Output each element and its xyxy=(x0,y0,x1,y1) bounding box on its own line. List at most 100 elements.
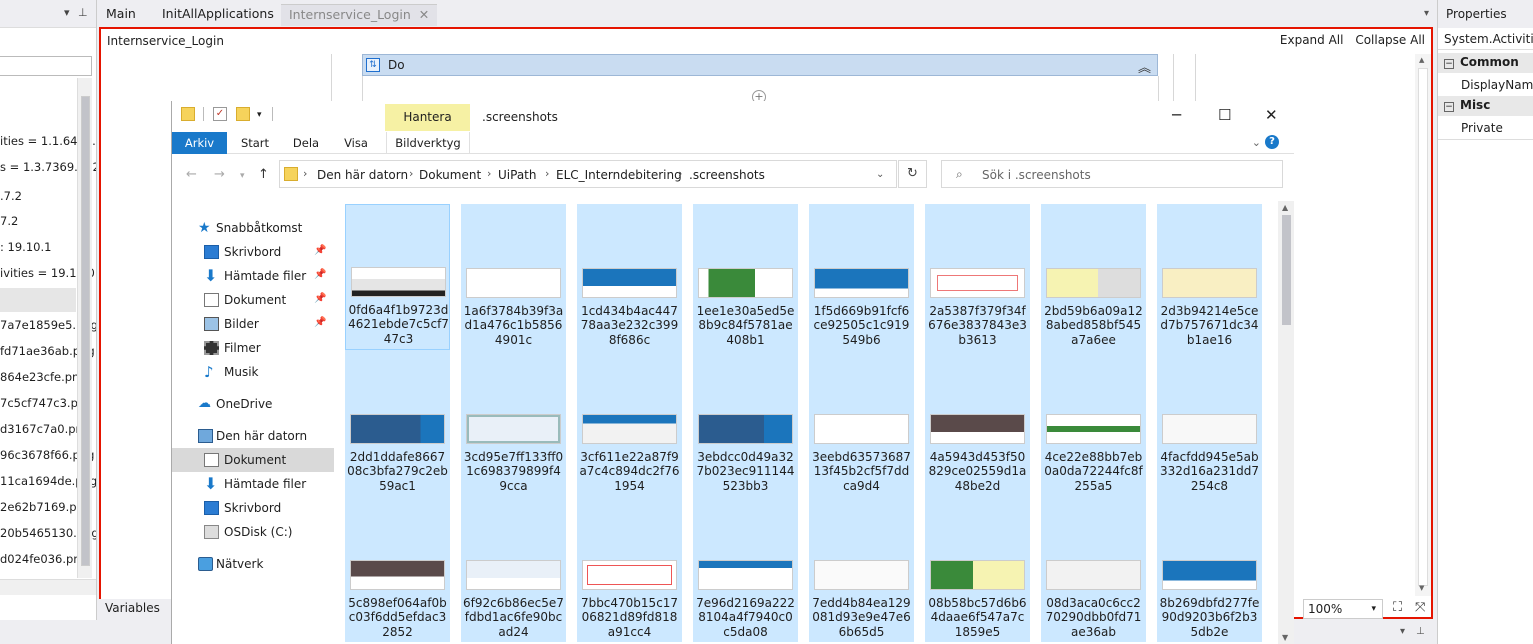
designer-scrollbar[interactable]: ▲ ▼ xyxy=(1415,54,1431,596)
minimize-icon[interactable]: ─ xyxy=(1172,106,1181,124)
category-misc[interactable]: − Misc xyxy=(1438,96,1533,116)
file-item[interactable]: 6f92c6b86ec5e7fdbd1ac6fe90bcad24 xyxy=(461,496,566,642)
breadcrumb-screenshots[interactable]: .screenshots xyxy=(689,168,765,182)
do-sequence-header[interactable]: ⇅ Do ︽ xyxy=(362,54,1158,76)
file-item[interactable]: 3eebd6357368713f45b2cf5f7ddca9d4 xyxy=(809,350,914,496)
project-tree-item[interactable]: 7.2 xyxy=(0,214,18,228)
address-bar[interactable]: › Den här datorn › Dokument › UiPath › E… xyxy=(279,160,897,188)
breadcrumb-uipath[interactable]: UiPath xyxy=(498,168,536,182)
close-tab-icon[interactable]: ✕ xyxy=(419,7,429,22)
tab-internservice-login[interactable]: Internservice_Login ✕ xyxy=(281,4,438,26)
file-item[interactable]: 3cf611e22a87f9a7c4c894dc2f761954 xyxy=(577,350,682,496)
collapse-icon[interactable]: − xyxy=(1444,102,1454,112)
nav-item[interactable]: Bilder 📌 xyxy=(172,312,334,336)
scrollbar-thumb[interactable] xyxy=(1418,68,1428,586)
project-scrollbar[interactable] xyxy=(77,78,92,578)
file-item[interactable]: 2bd59b6a09a128abed858bf545a7a6ee xyxy=(1041,204,1146,350)
project-tree-item[interactable]: .7.2 xyxy=(0,189,22,203)
scrollbar-thumb[interactable] xyxy=(81,96,90,566)
refresh-icon[interactable]: ↻ xyxy=(898,160,927,188)
tab-initallapplications[interactable]: InitAllApplications xyxy=(154,4,282,26)
up-icon[interactable]: ↑ xyxy=(258,167,269,182)
properties-icon[interactable]: ✓ xyxy=(213,107,227,121)
nav-item[interactable]: ⬇ Hämtade filer 📌 xyxy=(172,264,334,288)
help-icon[interactable]: ? xyxy=(1265,135,1279,149)
project-tree-item[interactable]: : 19.10.1 xyxy=(0,240,51,254)
nav-item[interactable]: Filmer xyxy=(172,336,334,360)
file-item[interactable]: 4facfdd945e5ab332d16a231dd7254c8 xyxy=(1157,350,1262,496)
chevron-right-icon[interactable]: › xyxy=(409,167,413,180)
search-input[interactable]: ⌕ Sök i .screenshots xyxy=(941,160,1283,188)
category-common[interactable]: − Common xyxy=(1438,53,1533,73)
nav-item[interactable]: Skrivbord 📌 xyxy=(172,240,334,264)
project-search-input[interactable] xyxy=(0,56,92,76)
collapse-icon[interactable]: − xyxy=(1444,59,1454,69)
file-item[interactable]: 7bbc470b15c1706821d89fd818a91cc4 xyxy=(577,496,682,642)
pin-icon[interactable]: ⊥ xyxy=(78,6,88,19)
new-folder-icon[interactable] xyxy=(236,107,250,121)
chevron-down-icon[interactable]: ⌄ xyxy=(876,169,884,180)
nav-item[interactable]: OSDisk (C:) xyxy=(172,520,334,544)
zoom-select[interactable]: 100% ▾ xyxy=(1303,599,1383,619)
file-item[interactable]: 7e96d2169a2228104a4f7940c0c5da08 xyxy=(693,496,798,642)
chevron-right-icon[interactable]: › xyxy=(678,167,682,180)
file-item[interactable]: 3ebdcc0d49a327b023ec911144523bb3 xyxy=(693,350,798,496)
file-item[interactable]: 3cd95e7ff133ff01c698379899f49cca xyxy=(461,350,566,496)
breadcrumb-den-har-datorn[interactable]: Den här datorn xyxy=(317,168,408,182)
file-item[interactable]: 1ee1e30a5ed5e8b9c84f5781ae408b1 xyxy=(693,204,798,350)
chevron-right-icon[interactable]: › xyxy=(545,167,549,180)
chevron-right-icon[interactable]: › xyxy=(487,167,491,180)
nav-item[interactable]: Skrivbord xyxy=(172,496,334,520)
collapse-all-link[interactable]: Collapse All xyxy=(1355,33,1425,47)
tab-start[interactable]: Start xyxy=(232,132,278,154)
nav-item[interactable]: Den här datorn xyxy=(172,424,334,448)
file-item[interactable]: 08b58bc57d6b64daae6f547a7c1859e5 xyxy=(925,496,1030,642)
collapse-chevron-icon[interactable]: ︽ xyxy=(1138,57,1151,76)
file-item[interactable]: 1f5d669b91fcf6ce92505c1c919549b6 xyxy=(809,204,914,350)
nav-item[interactable]: ☁ OneDrive xyxy=(172,392,334,416)
recent-dropdown-icon[interactable]: ▾ xyxy=(240,171,245,181)
chevron-right-icon[interactable]: › xyxy=(303,167,307,180)
nav-item[interactable]: ★ Snabbåtkomst xyxy=(172,216,334,240)
dropdown-icon[interactable]: ▾ xyxy=(1400,626,1405,637)
tab-bildverktyg[interactable]: Bildverktyg xyxy=(386,132,470,154)
file-item[interactable]: 4a5943d453f50829ce02559d1a48be2d xyxy=(925,350,1030,496)
tab-dela[interactable]: Dela xyxy=(284,132,328,154)
hantera-context-tab[interactable]: Hantera xyxy=(385,104,470,131)
nav-item[interactable]: ♪ Musik xyxy=(172,360,334,384)
tab-arkiv[interactable]: Arkiv xyxy=(172,132,227,154)
back-icon[interactable]: ← xyxy=(186,167,197,182)
file-item[interactable]: 2d3b94214e5ced7b757671dc34b1ae16 xyxy=(1157,204,1262,350)
nav-item[interactable]: ⬇ Hämtade filer xyxy=(172,472,334,496)
file-item[interactable]: 1a6f3784b39f3ad1a476c1b58564901c xyxy=(461,204,566,350)
file-item[interactable]: 7edd4b84ea129081d93e9e47e66b65d5 xyxy=(809,496,914,642)
file-item[interactable]: 08d3aca0c6cc270290dbb0fd71ae36ab xyxy=(1041,496,1146,642)
property-displayname[interactable]: DisplayName xyxy=(1438,75,1533,97)
close-icon[interactable]: ✕ xyxy=(1265,106,1278,124)
scrollbar-thumb[interactable] xyxy=(1282,215,1291,325)
nav-item[interactable]: Nätverk xyxy=(172,552,334,576)
property-private[interactable]: Private xyxy=(1438,118,1533,140)
forward-icon[interactable]: → xyxy=(214,167,225,182)
nav-item[interactable]: Dokument 📌 xyxy=(172,288,334,312)
breadcrumb-dokument[interactable]: Dokument xyxy=(419,168,481,182)
file-grid-scrollbar[interactable]: ▲ ▼ xyxy=(1278,201,1294,644)
file-item[interactable]: 1cd434b4ac44778aa3e232c3998f686c xyxy=(577,204,682,350)
variables-tab[interactable]: Variables xyxy=(99,599,171,619)
file-item[interactable]: 8b269dbfd277fe90d9203b6f2b35db2e xyxy=(1157,496,1262,642)
maximize-icon[interactable]: ☐ xyxy=(1218,106,1231,124)
project-tree-item[interactable]: 864e23cfe.png xyxy=(0,370,87,384)
project-hscrollbar[interactable] xyxy=(0,579,96,595)
file-item[interactable]: 5c898ef064af0bc03f6dd5efdac32852 xyxy=(345,496,450,642)
file-item[interactable]: 0fd6a4f1b9723d4621ebde7c5cf747c3 xyxy=(345,204,450,350)
expand-ribbon-icon[interactable]: ⌄ xyxy=(1252,136,1261,149)
file-item[interactable]: 2a5387f379f34f676e3837843e3b3613 xyxy=(925,204,1030,350)
overview-icon[interactable]: ⤧ xyxy=(1415,600,1425,615)
tab-overflow-icon[interactable]: ▾ xyxy=(1424,8,1429,19)
file-item[interactable]: 2dd1ddafe866708c3bfa279c2eb59ac1 xyxy=(345,350,450,496)
pin-icon[interactable]: ⊥ xyxy=(1416,626,1425,637)
expand-all-link[interactable]: Expand All xyxy=(1280,33,1344,47)
project-tree-item[interactable]: d024fe036.png xyxy=(0,552,88,566)
nav-item[interactable]: Dokument xyxy=(172,448,334,472)
tab-main[interactable]: Main xyxy=(98,4,144,26)
